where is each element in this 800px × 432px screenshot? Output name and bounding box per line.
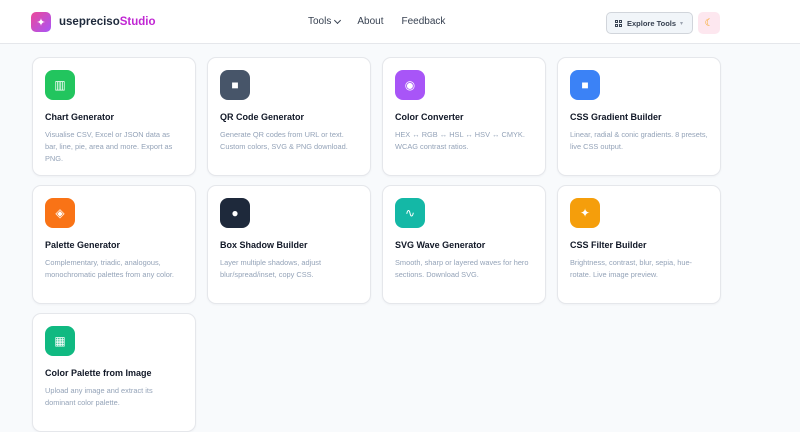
tool-card-description: Smooth, sharp or layered waves for hero … xyxy=(395,258,529,279)
sparkle-icon: ✦ xyxy=(570,198,600,228)
tool-card-title: QR Code Generator xyxy=(220,112,305,122)
tool-card[interactable]: ∿ SVG Wave Generator Smooth, sharp or laye… xyxy=(382,185,546,304)
tool-card-description: Generate QR codes from URL or text. Cust… xyxy=(220,130,348,151)
tool-card-title: CSS Filter Builder xyxy=(570,240,647,250)
tool-card-description: Upload any image and extract its dominan… xyxy=(45,386,153,407)
tool-card[interactable]: ▦ Color Palette from Image Upload any imag… xyxy=(32,313,196,432)
chevron-down-icon xyxy=(334,16,342,24)
tool-card-description: Linear, radial & conic gradients. 8 pres… xyxy=(570,130,708,151)
nav-feedback[interactable]: Feedback xyxy=(402,16,446,27)
qr-icon: ■ xyxy=(220,70,250,100)
top-nav-bar: ✦ useprecisoStudio Tools About Feedback … xyxy=(0,0,800,44)
main-nav: Tools About Feedback xyxy=(308,16,445,27)
tool-card-description: HEX ↔ RGB ↔ HSL ↔ HSV ↔ CMYK. WCAG contr… xyxy=(395,130,525,151)
tool-card-title: Color Palette from Image xyxy=(45,368,152,378)
nav-about[interactable]: About xyxy=(357,16,383,27)
tool-card-title: SVG Wave Generator xyxy=(395,240,486,250)
nav-tools-label: Tools xyxy=(308,16,332,27)
theme-toggle[interactable]: ☾ xyxy=(698,12,720,34)
tool-card-title: CSS Gradient Builder xyxy=(570,112,662,122)
tool-card-description: Brightness, contrast, blur, sepia, hue-r… xyxy=(570,258,693,279)
tool-card-description: Visualise CSV, Excel or JSON data as bar… xyxy=(45,130,173,163)
tool-card-description: Layer multiple shadows, adjust blur/spre… xyxy=(220,258,322,279)
tool-card[interactable]: ◈ Palette Generator Complementary, triadic… xyxy=(32,185,196,304)
tool-card-title: Box Shadow Builder xyxy=(220,240,308,250)
tool-card[interactable]: ◉ Color Converter HEX ↔ RGB ↔ HSL ↔ HSV ↔ … xyxy=(382,57,546,176)
palette-icon: ◉ xyxy=(395,70,425,100)
brand-logo[interactable]: ✦ useprecisoStudio xyxy=(31,12,156,32)
tool-card[interactable]: ● Box Shadow Builder Layer multiple shadow… xyxy=(207,185,371,304)
square-icon: ■ xyxy=(570,70,600,100)
explore-tools-label: Explore Tools xyxy=(627,18,677,28)
image-icon: ▦ xyxy=(45,326,75,356)
moon-icon: ☾ xyxy=(704,17,714,29)
tool-card[interactable]: ✦ CSS Filter Builder Brightness, contrast,… xyxy=(557,185,721,304)
tool-card[interactable]: ▥ Chart Generator Visualise CSV, Excel or … xyxy=(32,57,196,176)
tool-card-description: Complementary, triadic, analogous, monoc… xyxy=(45,258,174,279)
tool-card-title: Chart Generator xyxy=(45,112,115,122)
tool-card-title: Color Converter xyxy=(395,112,464,122)
wave-icon: ∿ xyxy=(395,198,425,228)
explore-tools-button[interactable]: Explore Tools ▾ xyxy=(606,12,693,34)
tool-card-title: Palette Generator xyxy=(45,240,121,250)
chart-icon: ▥ xyxy=(45,70,75,100)
orb-icon: ● xyxy=(220,198,250,228)
grid-icon xyxy=(615,19,622,27)
brand-name: useprecisoStudio xyxy=(59,16,156,28)
nav-tools[interactable]: Tools xyxy=(308,16,342,27)
sparkle-logo-icon: ✦ xyxy=(31,12,51,32)
tool-card[interactable]: ■ CSS Gradient Builder Linear, radial & co… xyxy=(557,57,721,176)
swatch-icon: ◈ xyxy=(45,198,75,228)
chevron-down-icon: ▾ xyxy=(680,20,684,27)
tool-card[interactable]: ■ QR Code Generator Generate QR codes from… xyxy=(207,57,371,176)
